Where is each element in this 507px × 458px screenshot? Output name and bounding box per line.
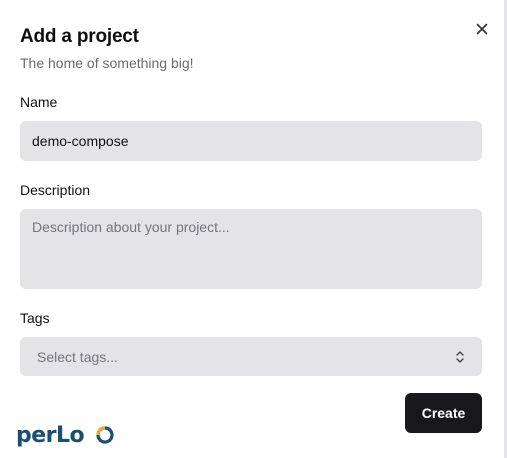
tags-label: Tags xyxy=(20,310,50,326)
add-project-dialog: Add a project The home of something big!… xyxy=(0,0,507,458)
close-icon xyxy=(476,23,488,35)
create-button[interactable]: Create xyxy=(405,393,482,433)
chevron-up-down-icon xyxy=(456,350,464,363)
name-label: Name xyxy=(20,94,58,110)
description-input[interactable] xyxy=(20,209,482,289)
svg-text:perLo: perLo xyxy=(16,423,85,448)
perloo-logo-mark: perLo xyxy=(16,423,114,448)
name-input[interactable] xyxy=(20,121,482,161)
description-label: Description xyxy=(20,182,91,198)
tags-select[interactable]: Select tags... xyxy=(20,337,482,376)
dialog-title: Add a project xyxy=(20,26,139,47)
dialog-subtitle: The home of something big! xyxy=(20,55,194,71)
close-button[interactable] xyxy=(473,20,491,38)
perloo-logo: perLo xyxy=(16,420,116,453)
tags-placeholder: Select tags... xyxy=(37,348,118,365)
